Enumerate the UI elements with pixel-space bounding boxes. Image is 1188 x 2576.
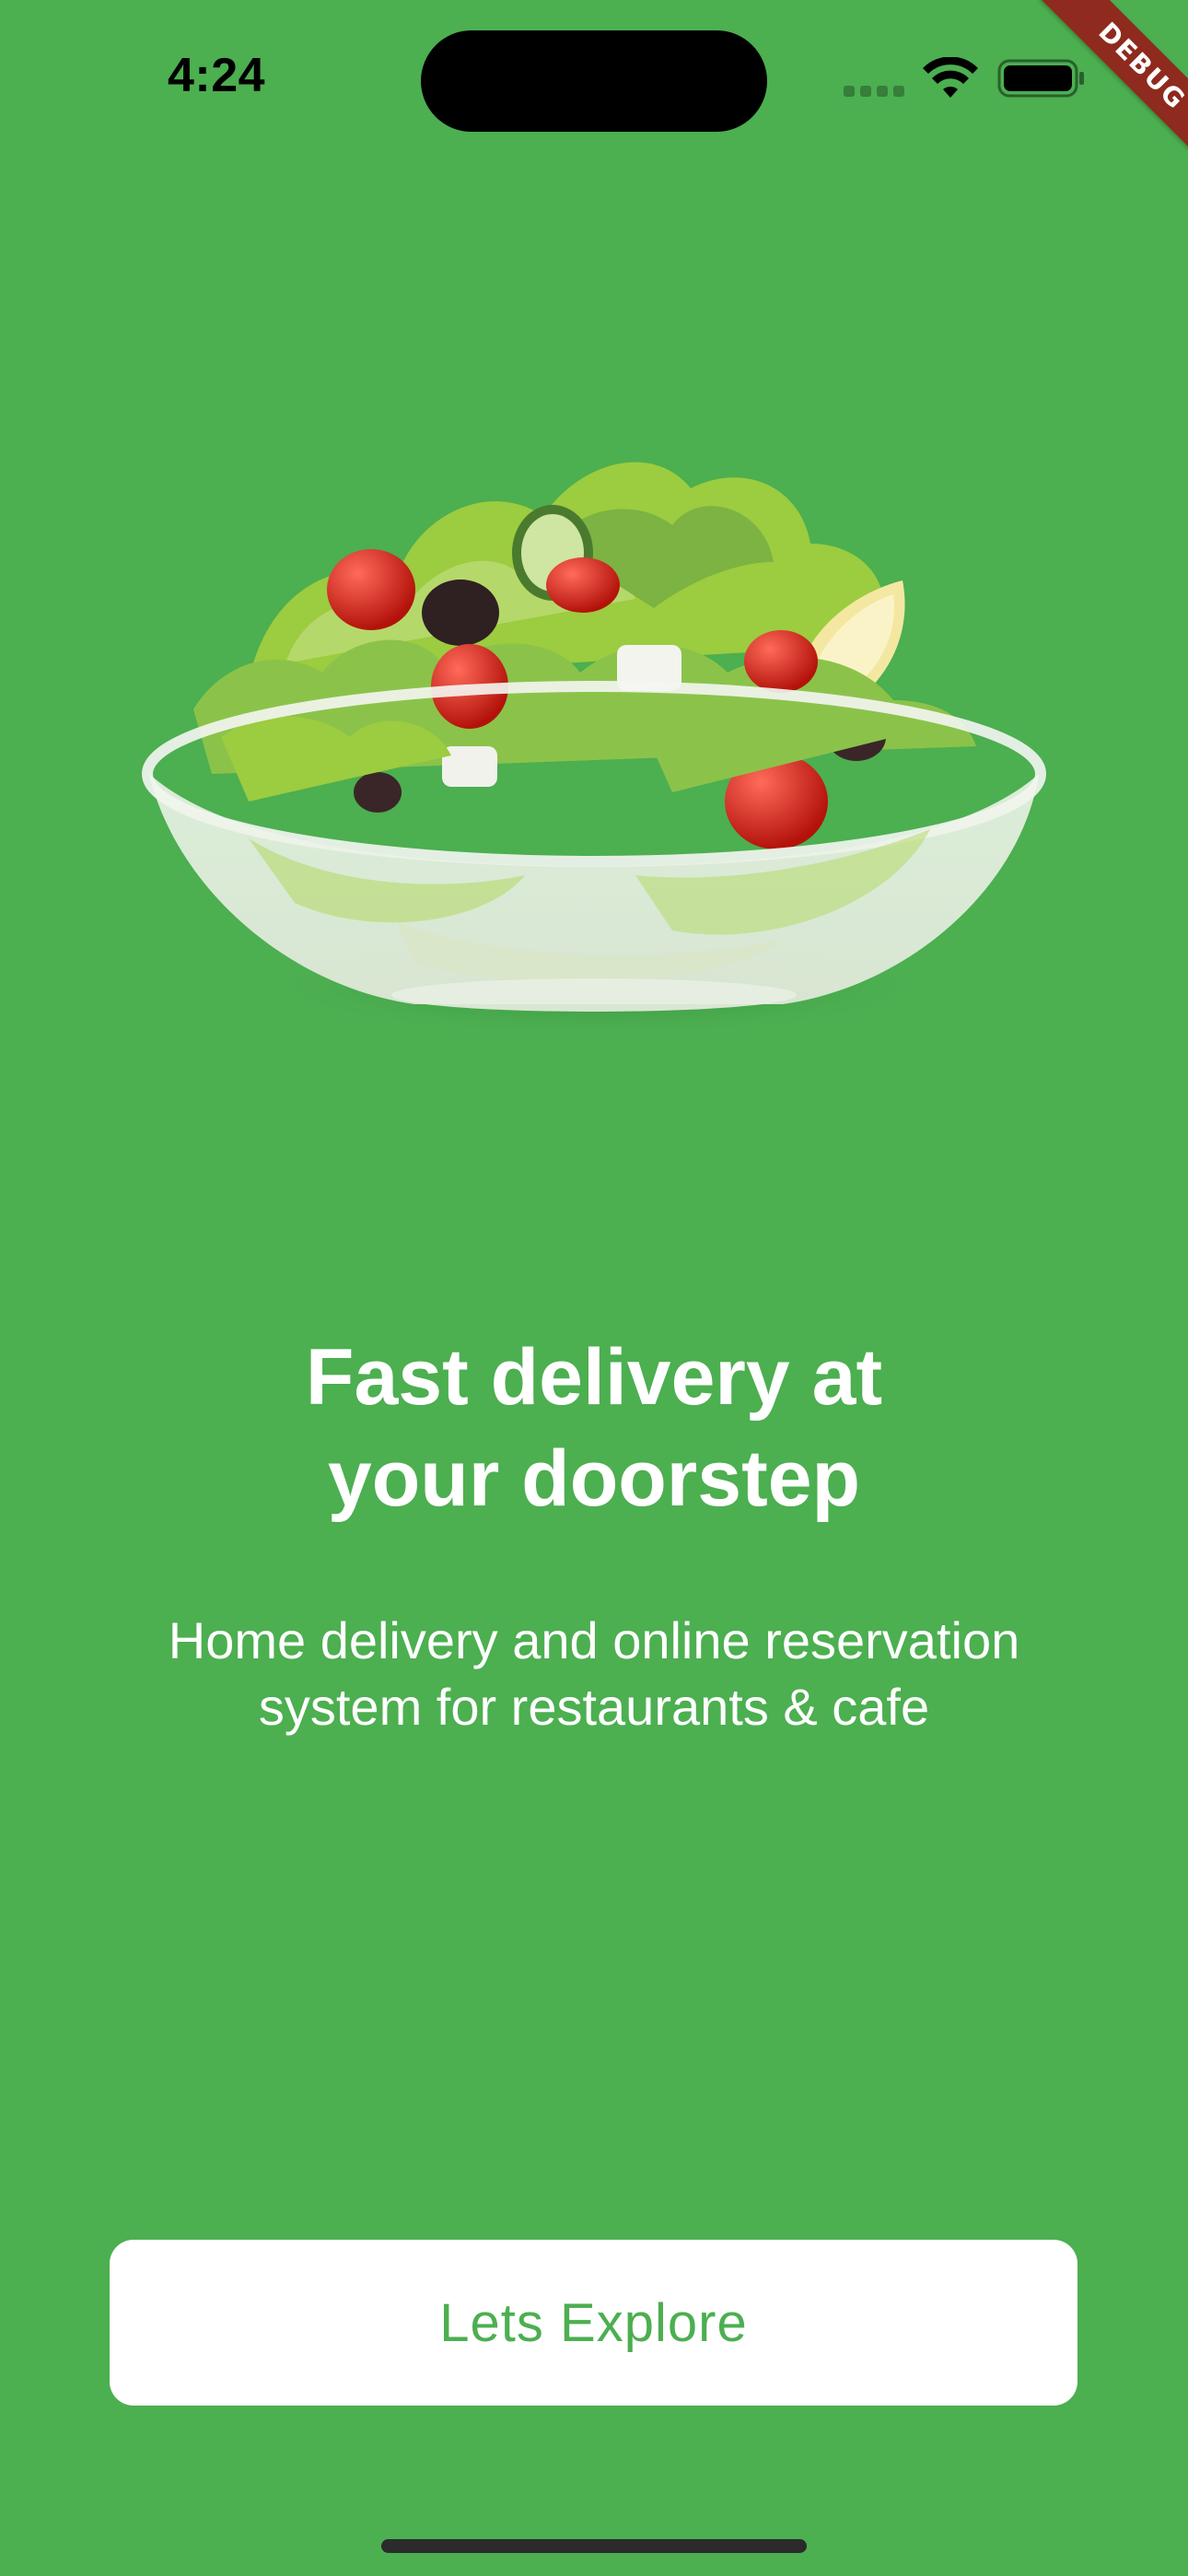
cellular-signal-icon bbox=[844, 86, 904, 99]
wifi-icon bbox=[923, 57, 978, 98]
lets-explore-button[interactable]: Lets Explore bbox=[110, 2240, 1077, 2406]
headline-line-2: your doorstep bbox=[327, 1434, 861, 1523]
status-time: 4:24 bbox=[168, 49, 266, 102]
subtitle-line-2: system for restaurants & cafe bbox=[258, 1678, 930, 1736]
subtitle: Home delivery and online reservation sys… bbox=[87, 1608, 1101, 1740]
debug-banner-label: DEBUG bbox=[1040, 0, 1188, 169]
debug-banner: DEBUG bbox=[985, 0, 1188, 203]
salad-bowl-image bbox=[142, 462, 1046, 1036]
headline-line-1: Fast delivery at bbox=[305, 1333, 883, 1422]
subtitle-line-1: Home delivery and online reservation bbox=[168, 1611, 1020, 1669]
headline: Fast delivery at your doorstep bbox=[134, 1327, 1054, 1529]
home-indicator[interactable] bbox=[381, 2539, 807, 2553]
dynamic-island bbox=[421, 30, 767, 132]
